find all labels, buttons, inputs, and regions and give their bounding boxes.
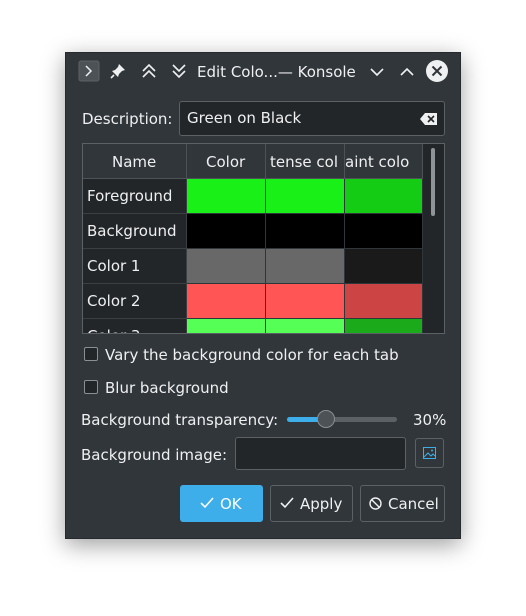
- scrollbar-thumb[interactable]: [431, 148, 435, 216]
- choose-image-button[interactable]: [415, 438, 444, 468]
- color-swatch[interactable]: [187, 284, 266, 319]
- column-header-faint-color[interactable]: aint colo: [345, 144, 423, 179]
- color-swatch[interactable]: [187, 214, 266, 249]
- image-icon: [423, 447, 436, 459]
- color-swatch[interactable]: [187, 249, 266, 284]
- column-header-name[interactable]: Name: [83, 144, 187, 179]
- cancel-icon: [369, 497, 382, 510]
- close-icon[interactable]: [425, 59, 449, 83]
- table-row-name[interactable]: Foreground: [83, 179, 187, 214]
- blur-background-label: Blur background: [105, 379, 229, 397]
- table-row-name[interactable]: Color 1: [83, 249, 187, 284]
- pin-icon[interactable]: [109, 62, 127, 80]
- window-title: Edit Colo...— Konsole: [197, 63, 356, 81]
- color-swatch[interactable]: [345, 179, 423, 214]
- table-scrollbar[interactable]: [423, 144, 444, 333]
- table-row-name[interactable]: Color 2: [83, 284, 187, 319]
- background-image-input[interactable]: [235, 437, 406, 470]
- transparency-label: Background transparency:: [81, 411, 279, 429]
- maximize-icon[interactable]: [398, 63, 416, 81]
- description-value: Green on Black: [187, 109, 302, 127]
- ok-button[interactable]: OK: [180, 485, 263, 522]
- edit-color-scheme-dialog: Edit Colo...— Konsole Description: Green…: [65, 52, 461, 539]
- color-swatch[interactable]: [345, 214, 423, 249]
- color-swatch[interactable]: [345, 319, 423, 333]
- color-swatch[interactable]: [266, 249, 345, 284]
- column-header-color[interactable]: Color: [187, 144, 266, 179]
- table-row-name[interactable]: Color 3: [83, 319, 187, 333]
- title-bar[interactable]: Edit Colo...— Konsole: [66, 53, 460, 91]
- color-swatch[interactable]: [187, 179, 266, 214]
- cancel-button[interactable]: Cancel: [360, 485, 445, 522]
- check-icon: [280, 497, 294, 509]
- transparency-slider-fill: [287, 417, 320, 422]
- color-swatch[interactable]: [266, 179, 345, 214]
- check-icon: [200, 497, 214, 509]
- color-swatch[interactable]: [345, 249, 423, 284]
- minimize-icon[interactable]: [368, 63, 386, 81]
- description-label: Description:: [82, 110, 173, 128]
- column-header-intense-color[interactable]: tense col: [266, 144, 345, 179]
- color-swatch[interactable]: [266, 319, 345, 333]
- transparency-value: 30%: [413, 411, 447, 429]
- keep-below-icon[interactable]: [170, 62, 188, 80]
- blur-background-checkbox[interactable]: [84, 380, 98, 394]
- color-swatch[interactable]: [345, 284, 423, 319]
- vary-background-checkbox[interactable]: [84, 347, 98, 361]
- color-swatch[interactable]: [187, 319, 266, 333]
- description-input[interactable]: Green on Black: [179, 101, 445, 136]
- keep-above-icon[interactable]: [140, 62, 158, 80]
- table-row-name[interactable]: Background: [83, 214, 187, 249]
- app-menu-icon[interactable]: [78, 60, 100, 82]
- background-image-label: Background image:: [81, 446, 228, 464]
- clear-text-icon[interactable]: [420, 112, 438, 130]
- transparency-slider-handle[interactable]: [317, 410, 335, 428]
- color-swatch[interactable]: [266, 284, 345, 319]
- vary-background-label: Vary the background color for each tab: [105, 346, 399, 364]
- color-table[interactable]: Name Color tense col aint colo Foregroun…: [82, 143, 445, 334]
- apply-button[interactable]: Apply: [270, 485, 353, 522]
- color-swatch[interactable]: [266, 214, 345, 249]
